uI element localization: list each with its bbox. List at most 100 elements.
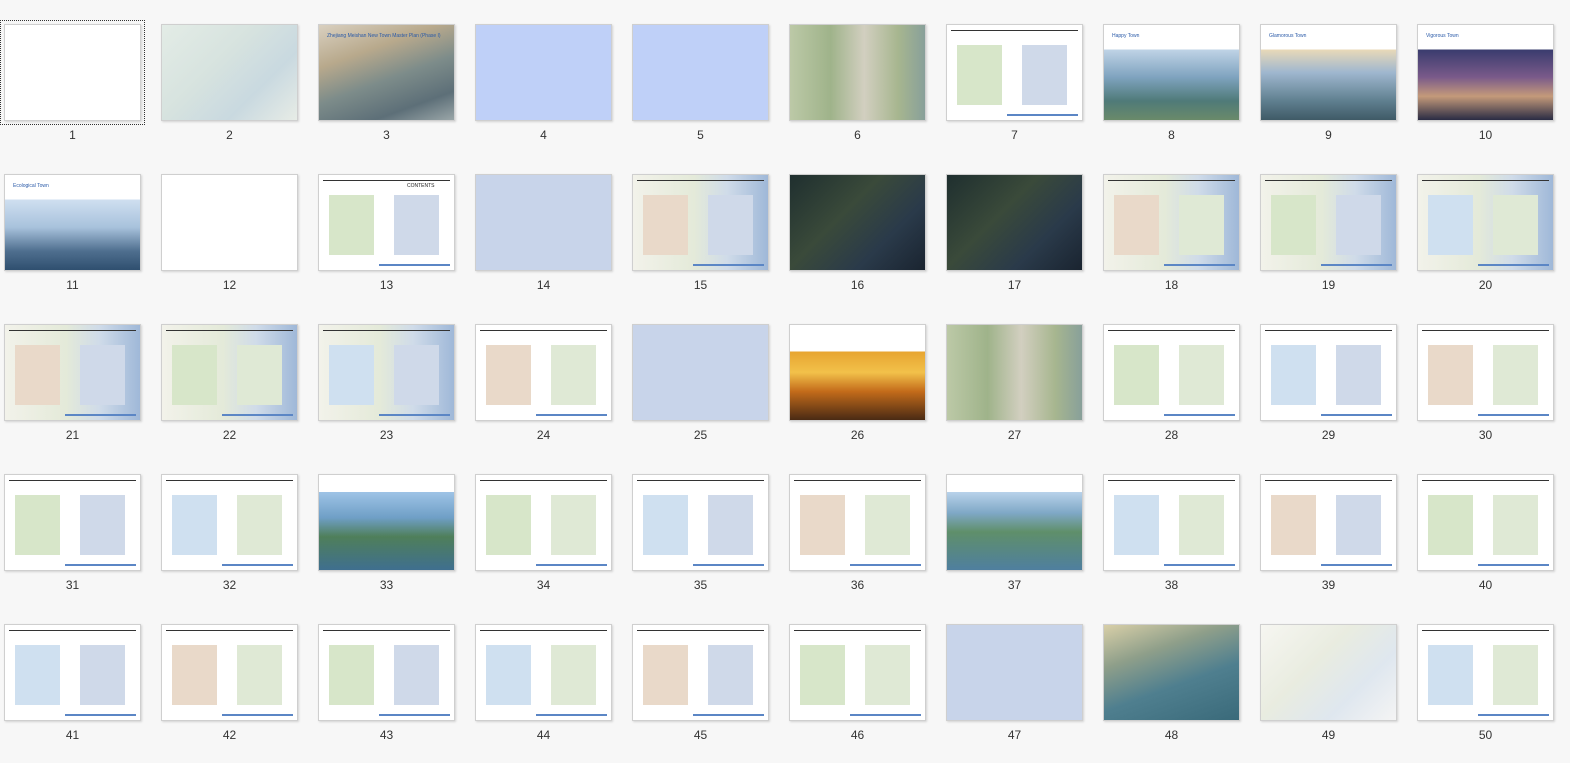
slide-thumbnail[interactable]: 22 bbox=[157, 300, 314, 450]
slide-thumbnail[interactable]: 30 bbox=[1413, 300, 1570, 450]
slide-preview[interactable] bbox=[789, 324, 926, 421]
slide-thumbnail[interactable]: Happy Town 8 bbox=[1099, 0, 1256, 150]
slide-preview[interactable]: CONTENTS bbox=[318, 174, 455, 271]
slide-thumbnail[interactable]: 47 bbox=[942, 600, 1099, 750]
slide-thumbnail[interactable]: 34 bbox=[471, 450, 628, 600]
slide-thumbnail[interactable]: 7 bbox=[942, 0, 1099, 150]
slide-preview[interactable] bbox=[4, 624, 141, 721]
slide-thumbnail[interactable]: 12 bbox=[157, 150, 314, 300]
slide-preview[interactable] bbox=[789, 474, 926, 571]
slide-preview[interactable] bbox=[161, 324, 298, 421]
slide-thumbnail[interactable]: 38 bbox=[1099, 450, 1256, 600]
slide-thumbnail[interactable]: Ecological Town 11 bbox=[0, 150, 157, 300]
slide-preview[interactable] bbox=[318, 324, 455, 421]
slide-thumbnail[interactable]: 46 bbox=[785, 600, 942, 750]
slide-preview[interactable]: Ecological Town bbox=[4, 174, 141, 271]
slide-thumbnail[interactable]: Glamorous Town 9 bbox=[1256, 0, 1413, 150]
slide-preview[interactable] bbox=[789, 174, 926, 271]
slide-preview[interactable] bbox=[1417, 174, 1554, 271]
slide-thumbnail[interactable]: 21 bbox=[0, 300, 157, 450]
slide-thumbnail[interactable]: 14 bbox=[471, 150, 628, 300]
slide-thumbnail[interactable]: 27 bbox=[942, 300, 1099, 450]
slide-thumbnail[interactable]: 24 bbox=[471, 300, 628, 450]
slide-preview[interactable] bbox=[161, 474, 298, 571]
slide-thumbnail[interactable]: 36 bbox=[785, 450, 942, 600]
slide-thumbnail[interactable]: 44 bbox=[471, 600, 628, 750]
slide-preview[interactable] bbox=[1103, 474, 1240, 571]
slide-preview[interactable] bbox=[946, 174, 1083, 271]
slide-preview[interactable] bbox=[318, 474, 455, 571]
slide-preview[interactable] bbox=[1260, 474, 1397, 571]
slide-preview[interactable] bbox=[946, 24, 1083, 121]
slide-thumbnail[interactable]: 48 bbox=[1099, 600, 1256, 750]
slide-preview[interactable] bbox=[632, 24, 769, 121]
slide-thumbnail[interactable]: 31 bbox=[0, 450, 157, 600]
slide-preview[interactable] bbox=[475, 24, 612, 121]
slide-preview[interactable] bbox=[4, 324, 141, 421]
slide-preview[interactable] bbox=[1103, 174, 1240, 271]
slide-thumbnail[interactable]: 18 bbox=[1099, 150, 1256, 300]
slide-preview[interactable] bbox=[1417, 474, 1554, 571]
slide-preview[interactable] bbox=[789, 24, 926, 121]
slide-thumbnail[interactable]: 42 bbox=[157, 600, 314, 750]
slide-preview[interactable] bbox=[632, 474, 769, 571]
slide-preview[interactable] bbox=[475, 474, 612, 571]
slide-thumbnail[interactable]: 41 bbox=[0, 600, 157, 750]
slide-thumbnail[interactable]: 39 bbox=[1256, 450, 1413, 600]
slide-thumbnail[interactable]: 1 bbox=[0, 0, 157, 150]
slide-thumbnail[interactable]: 35 bbox=[628, 450, 785, 600]
slide-thumbnail[interactable]: 4 bbox=[471, 0, 628, 150]
slide-preview[interactable]: Happy Town bbox=[1103, 24, 1240, 121]
slide-preview[interactable] bbox=[0, 20, 145, 125]
slide-preview[interactable] bbox=[632, 174, 769, 271]
slide-thumbnail[interactable]: 17 bbox=[942, 150, 1099, 300]
slide-thumbnail[interactable]: 5 bbox=[628, 0, 785, 150]
slide-thumbnail[interactable]: 2 bbox=[157, 0, 314, 150]
slide-thumbnail[interactable]: 45 bbox=[628, 600, 785, 750]
slide-thumbnail[interactable]: 50 bbox=[1413, 600, 1570, 750]
slide-thumbnail[interactable]: Vigorous Town 10 bbox=[1413, 0, 1570, 150]
slide-preview[interactable] bbox=[946, 624, 1083, 721]
slide-preview[interactable] bbox=[475, 624, 612, 721]
slide-preview[interactable] bbox=[789, 624, 926, 721]
slide-thumbnail[interactable]: 29 bbox=[1256, 300, 1413, 450]
slide-thumbnail[interactable]: CONTENTS 13 bbox=[314, 150, 471, 300]
slide-preview[interactable] bbox=[632, 324, 769, 421]
slide-preview[interactable] bbox=[318, 624, 455, 721]
slide-preview[interactable] bbox=[1260, 174, 1397, 271]
slide-preview[interactable] bbox=[632, 624, 769, 721]
slide-preview[interactable] bbox=[1417, 324, 1554, 421]
slide-preview[interactable] bbox=[161, 24, 298, 121]
slide-thumbnail[interactable]: 32 bbox=[157, 450, 314, 600]
slide-preview[interactable] bbox=[946, 324, 1083, 421]
slide-preview[interactable]: Glamorous Town bbox=[1260, 24, 1397, 121]
slide-preview[interactable] bbox=[1417, 624, 1554, 721]
slide-thumbnail[interactable]: 25 bbox=[628, 300, 785, 450]
slide-thumbnail[interactable]: 26 bbox=[785, 300, 942, 450]
slide-preview[interactable] bbox=[161, 174, 298, 271]
slide-preview[interactable] bbox=[475, 324, 612, 421]
slide-thumbnail[interactable]: 40 bbox=[1413, 450, 1570, 600]
slide-thumbnail[interactable]: Zhejiang Meishan New Town Master Plan (P… bbox=[314, 0, 471, 150]
slide-preview[interactable] bbox=[1260, 324, 1397, 421]
slide-preview[interactable] bbox=[4, 474, 141, 571]
slide-thumbnail[interactable]: 49 bbox=[1256, 600, 1413, 750]
slide-thumbnail[interactable]: 43 bbox=[314, 600, 471, 750]
slide-preview[interactable] bbox=[161, 624, 298, 721]
slide-thumbnail[interactable]: 37 bbox=[942, 450, 1099, 600]
slide-thumbnail[interactable]: 33 bbox=[314, 450, 471, 600]
slide-preview[interactable] bbox=[1103, 324, 1240, 421]
slide-thumbnail[interactable]: 19 bbox=[1256, 150, 1413, 300]
slide-preview[interactable] bbox=[1260, 624, 1397, 721]
slide-preview[interactable]: Vigorous Town bbox=[1417, 24, 1554, 121]
slide-preview[interactable] bbox=[1103, 624, 1240, 721]
slide-thumbnail[interactable]: 28 bbox=[1099, 300, 1256, 450]
slide-thumbnail[interactable]: 20 bbox=[1413, 150, 1570, 300]
slide-thumbnail[interactable]: 6 bbox=[785, 0, 942, 150]
slide-preview[interactable] bbox=[475, 174, 612, 271]
slide-preview[interactable]: Zhejiang Meishan New Town Master Plan (P… bbox=[318, 24, 455, 121]
slide-preview[interactable] bbox=[946, 474, 1083, 571]
slide-thumbnail[interactable]: 16 bbox=[785, 150, 942, 300]
slide-thumbnail[interactable]: 23 bbox=[314, 300, 471, 450]
slide-thumbnail[interactable]: 15 bbox=[628, 150, 785, 300]
